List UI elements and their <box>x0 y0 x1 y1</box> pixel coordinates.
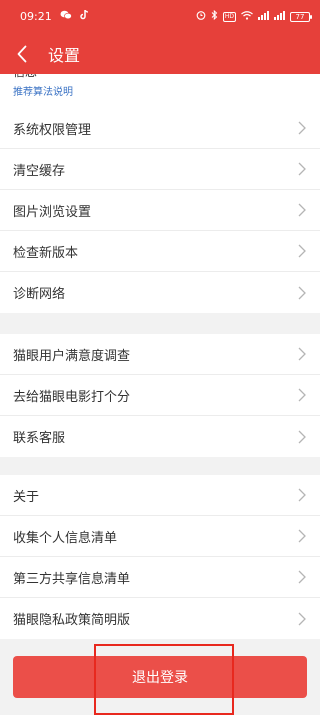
chevron-right-icon <box>298 388 306 402</box>
row-label: 猫眼用户满意度调查 <box>13 348 131 364</box>
hd-badge: HD <box>222 11 236 22</box>
chevron-right-icon <box>298 430 306 443</box>
row-rate-app[interactable]: 去给猫眼电影打个分 <box>0 375 320 416</box>
row-label: 图片浏览设置 <box>13 204 92 220</box>
chevron-right-icon <box>298 529 306 543</box>
algorithm-explanation-link[interactable]: 推荐算法说明 <box>13 83 73 98</box>
bluetooth-icon <box>211 9 218 23</box>
settings-group-3: 关于 收集个人信息清单 第三方共享信息清单 猫眼隐私政策简明版 <box>0 475 320 639</box>
signal-icon-2 <box>274 10 285 23</box>
chevron-right-icon <box>298 347 306 361</box>
back-button[interactable] <box>0 33 44 74</box>
row-about[interactable]: 关于 <box>0 475 320 516</box>
row-third-party-sharing[interactable]: 第三方共享信息清单 <box>0 557 320 598</box>
chevron-right-icon <box>298 121 306 135</box>
settings-group-2: 猫眼用户满意度调查 去给猫眼电影打个分 联系客服 <box>0 334 320 457</box>
settings-list[interactable]: 信息 推荐算法说明 系统权限管理 清空缓存 图片浏览设置 检查新版本 诊断网络 … <box>0 74 320 715</box>
chevron-right-icon <box>298 286 306 299</box>
settings-group-1: 系统权限管理 清空缓存 图片浏览设置 检查新版本 诊断网络 <box>0 108 320 313</box>
nav-bar: 设置 <box>0 33 320 74</box>
chevron-right-icon <box>298 612 306 625</box>
wechat-icon <box>60 10 72 23</box>
recommendation-row: 信息 推荐算法说明 <box>0 74 320 108</box>
status-left: 09:21 <box>20 9 89 23</box>
battery-level: 77 <box>295 12 305 21</box>
row-clear-cache[interactable]: 清空缓存 <box>0 149 320 190</box>
partial-item-label: 信息 <box>13 74 37 80</box>
row-network-diagnosis[interactable]: 诊断网络 <box>0 272 320 313</box>
chevron-right-icon <box>298 203 306 217</box>
status-right: HD 77 <box>196 9 312 23</box>
row-check-update[interactable]: 检查新版本 <box>0 231 320 272</box>
chevron-right-icon <box>298 244 306 258</box>
status-time: 09:21 <box>20 10 52 23</box>
logout-button[interactable]: 退出登录 <box>13 656 307 698</box>
chevron-right-icon <box>298 570 306 584</box>
chevron-left-icon <box>17 45 27 62</box>
signal-icon <box>258 10 269 23</box>
row-privacy-policy[interactable]: 猫眼隐私政策简明版 <box>0 598 320 639</box>
row-label: 系统权限管理 <box>13 122 92 138</box>
row-satisfaction-survey[interactable]: 猫眼用户满意度调查 <box>0 334 320 375</box>
row-label: 收集个人信息清单 <box>13 530 118 546</box>
battery-icon: 77 <box>290 11 312 22</box>
logout-container: 退出登录 <box>13 656 307 698</box>
row-label: 联系客服 <box>13 431 66 446</box>
tiktok-icon <box>79 9 89 23</box>
row-label: 诊断网络 <box>13 287 66 302</box>
status-bar: 09:21 HD 77 <box>0 0 320 33</box>
chevron-right-icon <box>298 488 306 502</box>
row-label: 关于 <box>13 489 40 505</box>
row-label: 检查新版本 <box>13 245 79 261</box>
row-contact-support[interactable]: 联系客服 <box>0 416 320 457</box>
row-image-settings[interactable]: 图片浏览设置 <box>0 190 320 231</box>
alarm-icon <box>196 10 206 23</box>
row-label: 清空缓存 <box>13 163 66 179</box>
wifi-icon <box>241 10 253 23</box>
row-personal-info-list[interactable]: 收集个人信息清单 <box>0 516 320 557</box>
chevron-right-icon <box>298 162 306 176</box>
page-title: 设置 <box>48 45 81 65</box>
row-label: 猫眼隐私政策简明版 <box>13 613 131 628</box>
row-label: 第三方共享信息清单 <box>13 571 131 587</box>
row-permissions[interactable]: 系统权限管理 <box>0 108 320 149</box>
row-label: 去给猫眼电影打个分 <box>13 389 131 405</box>
